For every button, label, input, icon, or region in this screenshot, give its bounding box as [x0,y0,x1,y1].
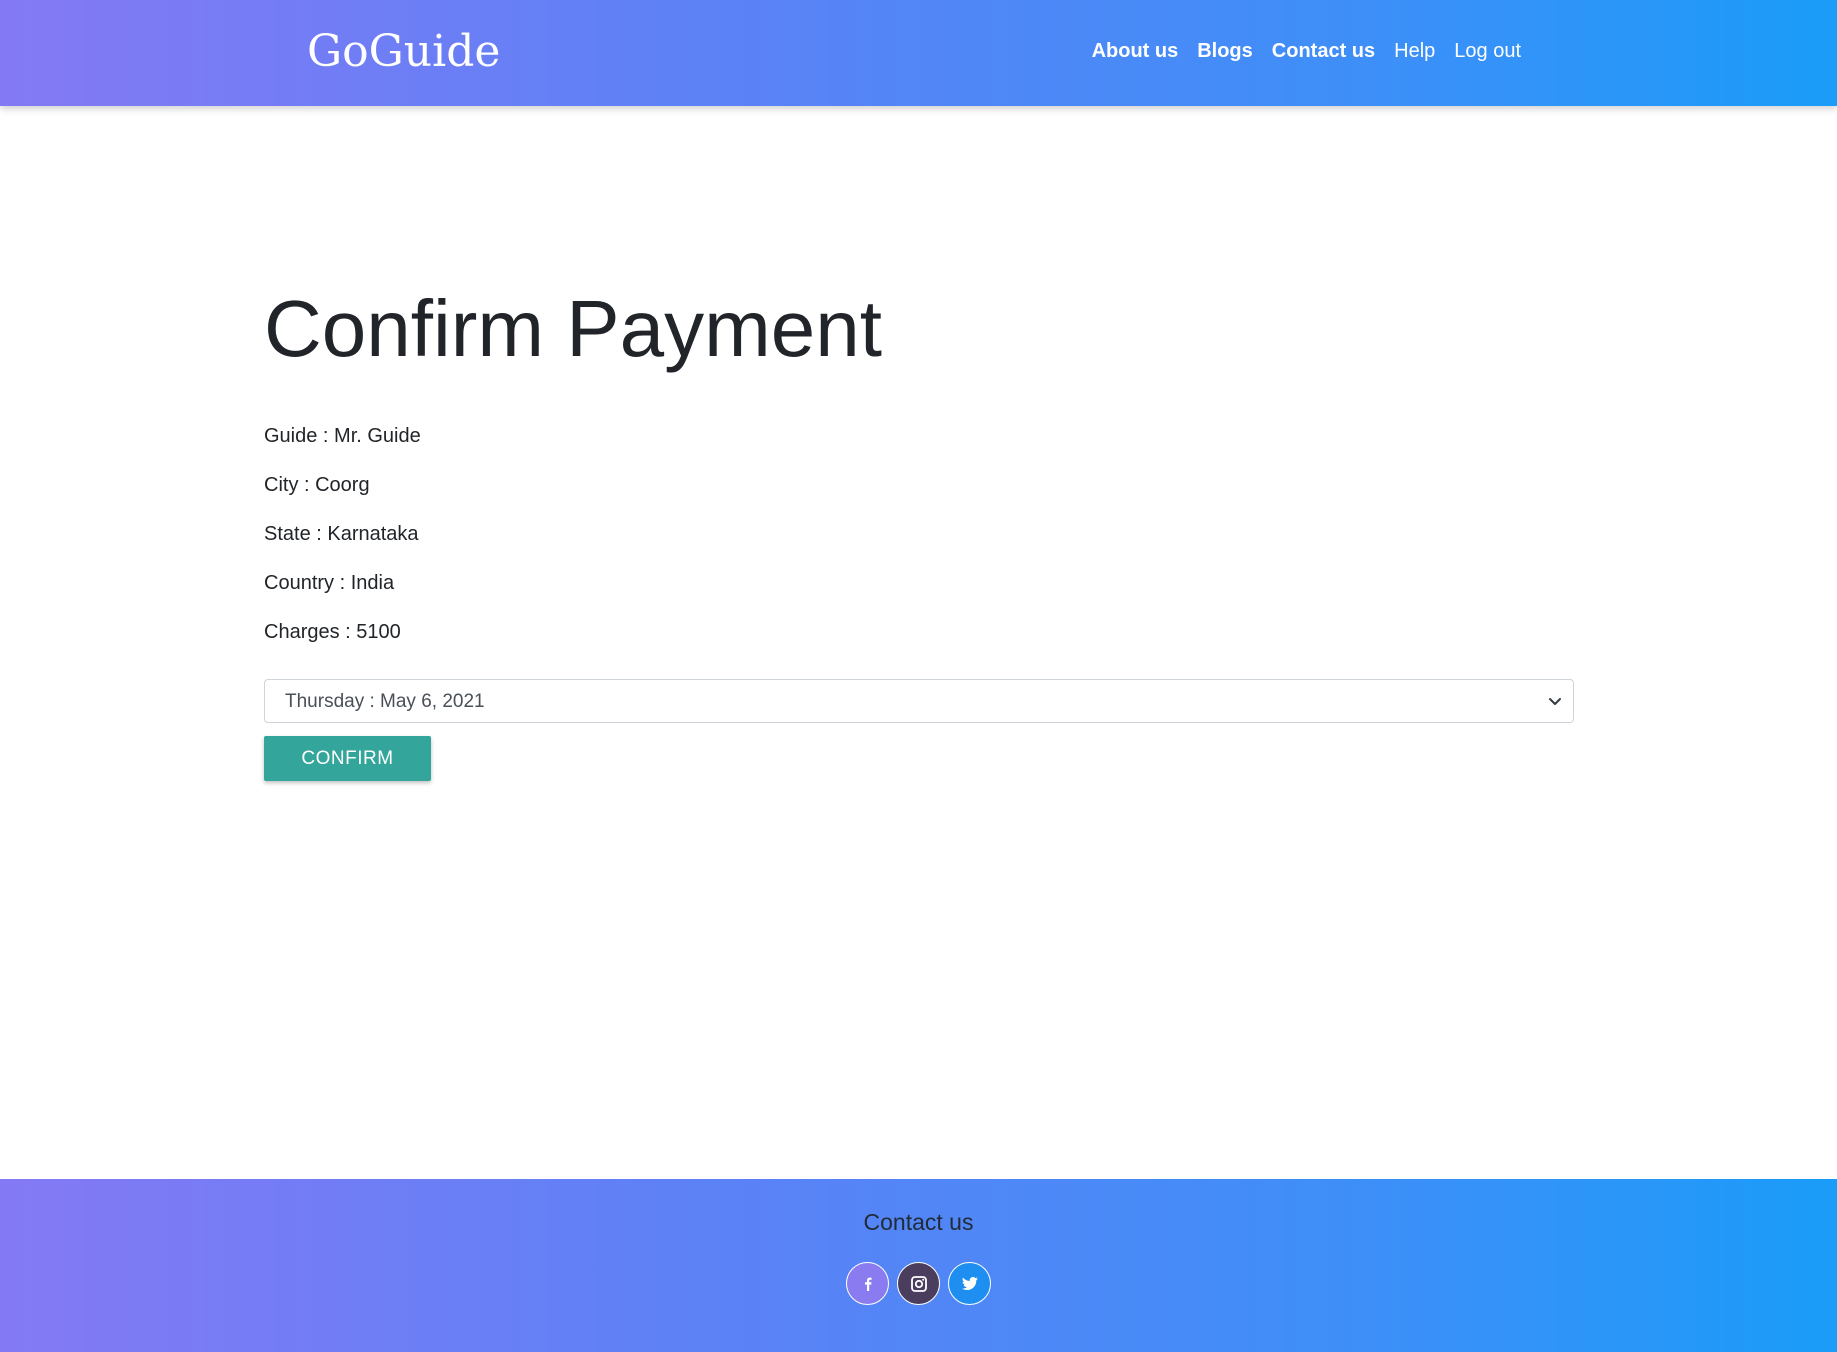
nav-links: About us Blogs Contact us Help Log out [1092,39,1521,63]
nav-help[interactable]: Help [1394,39,1435,63]
nav-contact-us[interactable]: Contact us [1272,39,1375,63]
nav-log-out[interactable]: Log out [1454,39,1521,63]
twitter-icon[interactable] [948,1262,991,1305]
footer-title: Contact us [863,1209,974,1235]
detail-city: City : Coorg [264,474,370,496]
instagram-icon[interactable] [897,1262,940,1305]
detail-charges: Charges : 5100 [264,621,401,643]
date-select-value: Thursday : May 6, 2021 [285,691,485,712]
date-select[interactable]: Thursday : May 6, 2021 [264,679,1574,723]
detail-country: Country : India [264,572,395,594]
top-navbar: GoGuide About us Blogs Contact us Help L… [0,0,1837,106]
page-title: Confirm Payment [264,284,882,373]
social-links [0,1262,1837,1305]
brand-logo[interactable]: GoGuide [307,26,500,79]
footer: Contact us [0,1179,1837,1352]
nav-about-us[interactable]: About us [1092,39,1179,63]
detail-state: State : Karnataka [264,523,419,545]
main-content: Confirm Payment Guide : Mr. Guide City :… [264,285,1574,781]
facebook-icon[interactable] [846,1262,889,1305]
booking-details: Guide : Mr. Guide City : Coorg State : K… [264,425,1574,644]
detail-guide: Guide : Mr. Guide [264,425,421,447]
chevron-down-icon [1545,691,1565,711]
confirm-button[interactable]: CONFIRM [264,736,431,781]
nav-blogs[interactable]: Blogs [1197,39,1253,63]
